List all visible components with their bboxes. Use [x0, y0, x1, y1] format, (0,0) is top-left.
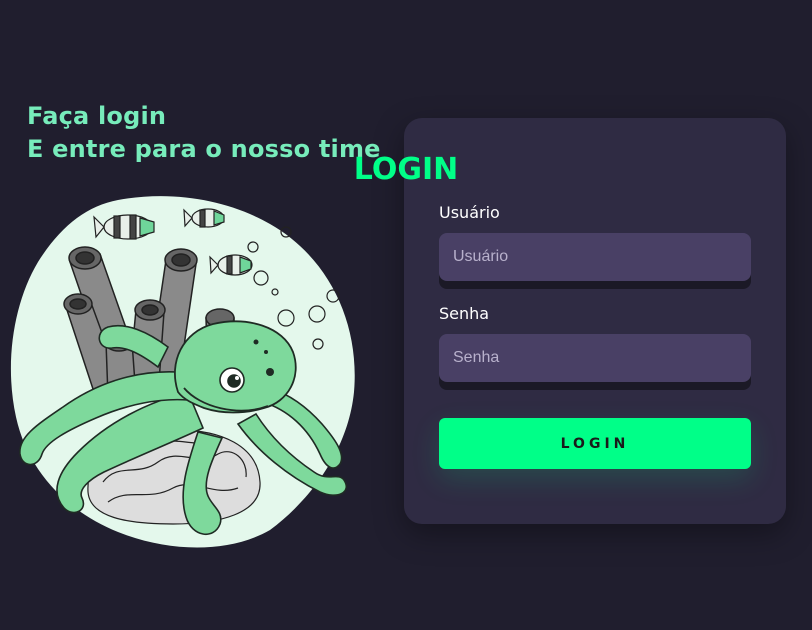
octopus-body	[174, 320, 297, 414]
login-page: Faça login E entre para o nosso time LOG…	[0, 0, 812, 630]
login-title: LOGIN	[353, 152, 459, 187]
octopus-eye	[219, 367, 245, 393]
password-label: Senha	[439, 304, 490, 323]
octopus-illustration	[10, 196, 355, 548]
username-input[interactable]	[439, 233, 751, 281]
login-button[interactable]: LOGIN	[439, 418, 751, 469]
hero-heading-line-1: Faça login	[27, 102, 167, 130]
password-input[interactable]	[439, 334, 751, 382]
username-label: Usuário	[439, 203, 500, 222]
